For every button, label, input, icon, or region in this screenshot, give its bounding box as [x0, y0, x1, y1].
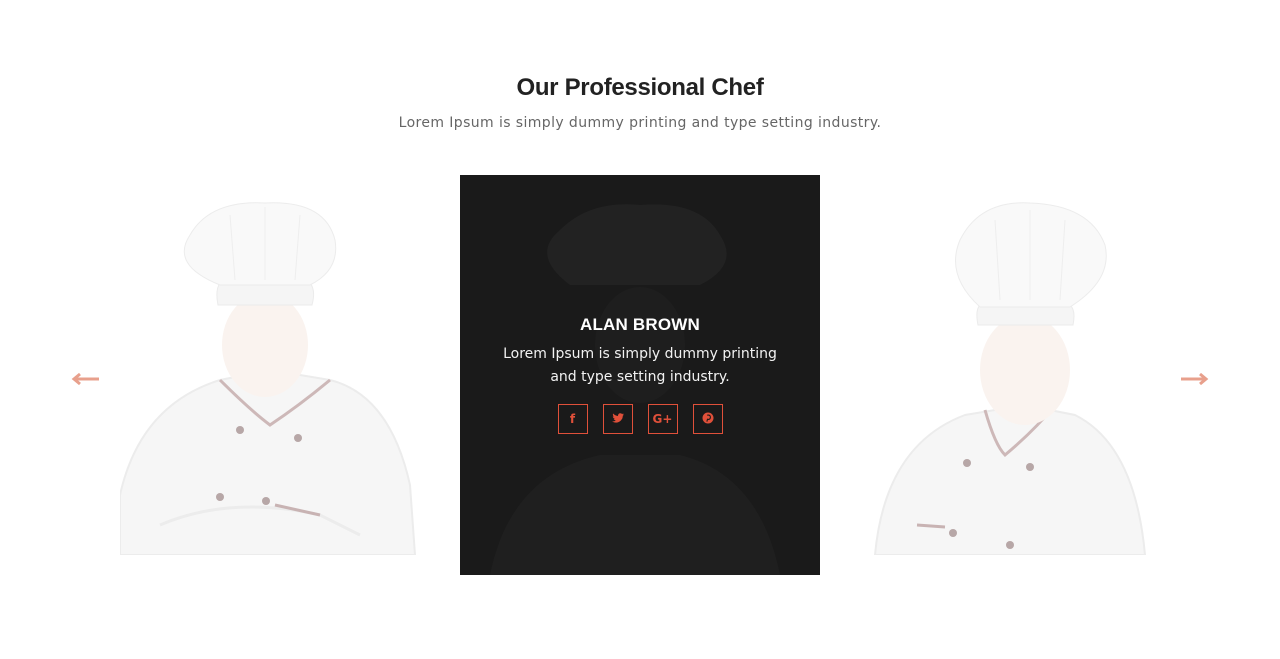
google-plus-icon: G+	[652, 412, 673, 426]
chef-photo	[120, 195, 430, 555]
chef-card-right[interactable]	[845, 195, 1175, 555]
next-arrow-button[interactable]	[1179, 370, 1209, 388]
facebook-button[interactable]: f	[557, 404, 588, 434]
pinterest-button[interactable]	[692, 404, 723, 434]
section-title: Our Professional Chef	[516, 74, 764, 101]
pinterest-icon	[702, 412, 714, 427]
google-plus-button[interactable]: G+	[647, 404, 678, 434]
twitter-button[interactable]	[602, 404, 633, 434]
chef-name: ALAN BROWN	[579, 315, 701, 334]
arrow-right-icon	[1181, 372, 1209, 386]
arrow-left-icon	[71, 372, 99, 386]
section-subtitle: Lorem Ipsum is simply dummy printing and…	[398, 115, 882, 131]
chef-card-left[interactable]	[120, 195, 430, 555]
featured-chef-info: ALAN BROWN Lorem Ipsum is simply dummy p…	[460, 315, 820, 434]
prev-arrow-button[interactable]	[71, 370, 101, 388]
twitter-icon	[611, 412, 624, 426]
chef-description: Lorem Ipsum is simply dummy printing and…	[503, 346, 777, 385]
chef-photo	[845, 195, 1175, 555]
featured-chef-card[interactable]: ALAN BROWN Lorem Ipsum is simply dummy p…	[460, 175, 820, 575]
facebook-icon: f	[569, 412, 576, 426]
social-links: f G+	[460, 404, 820, 434]
